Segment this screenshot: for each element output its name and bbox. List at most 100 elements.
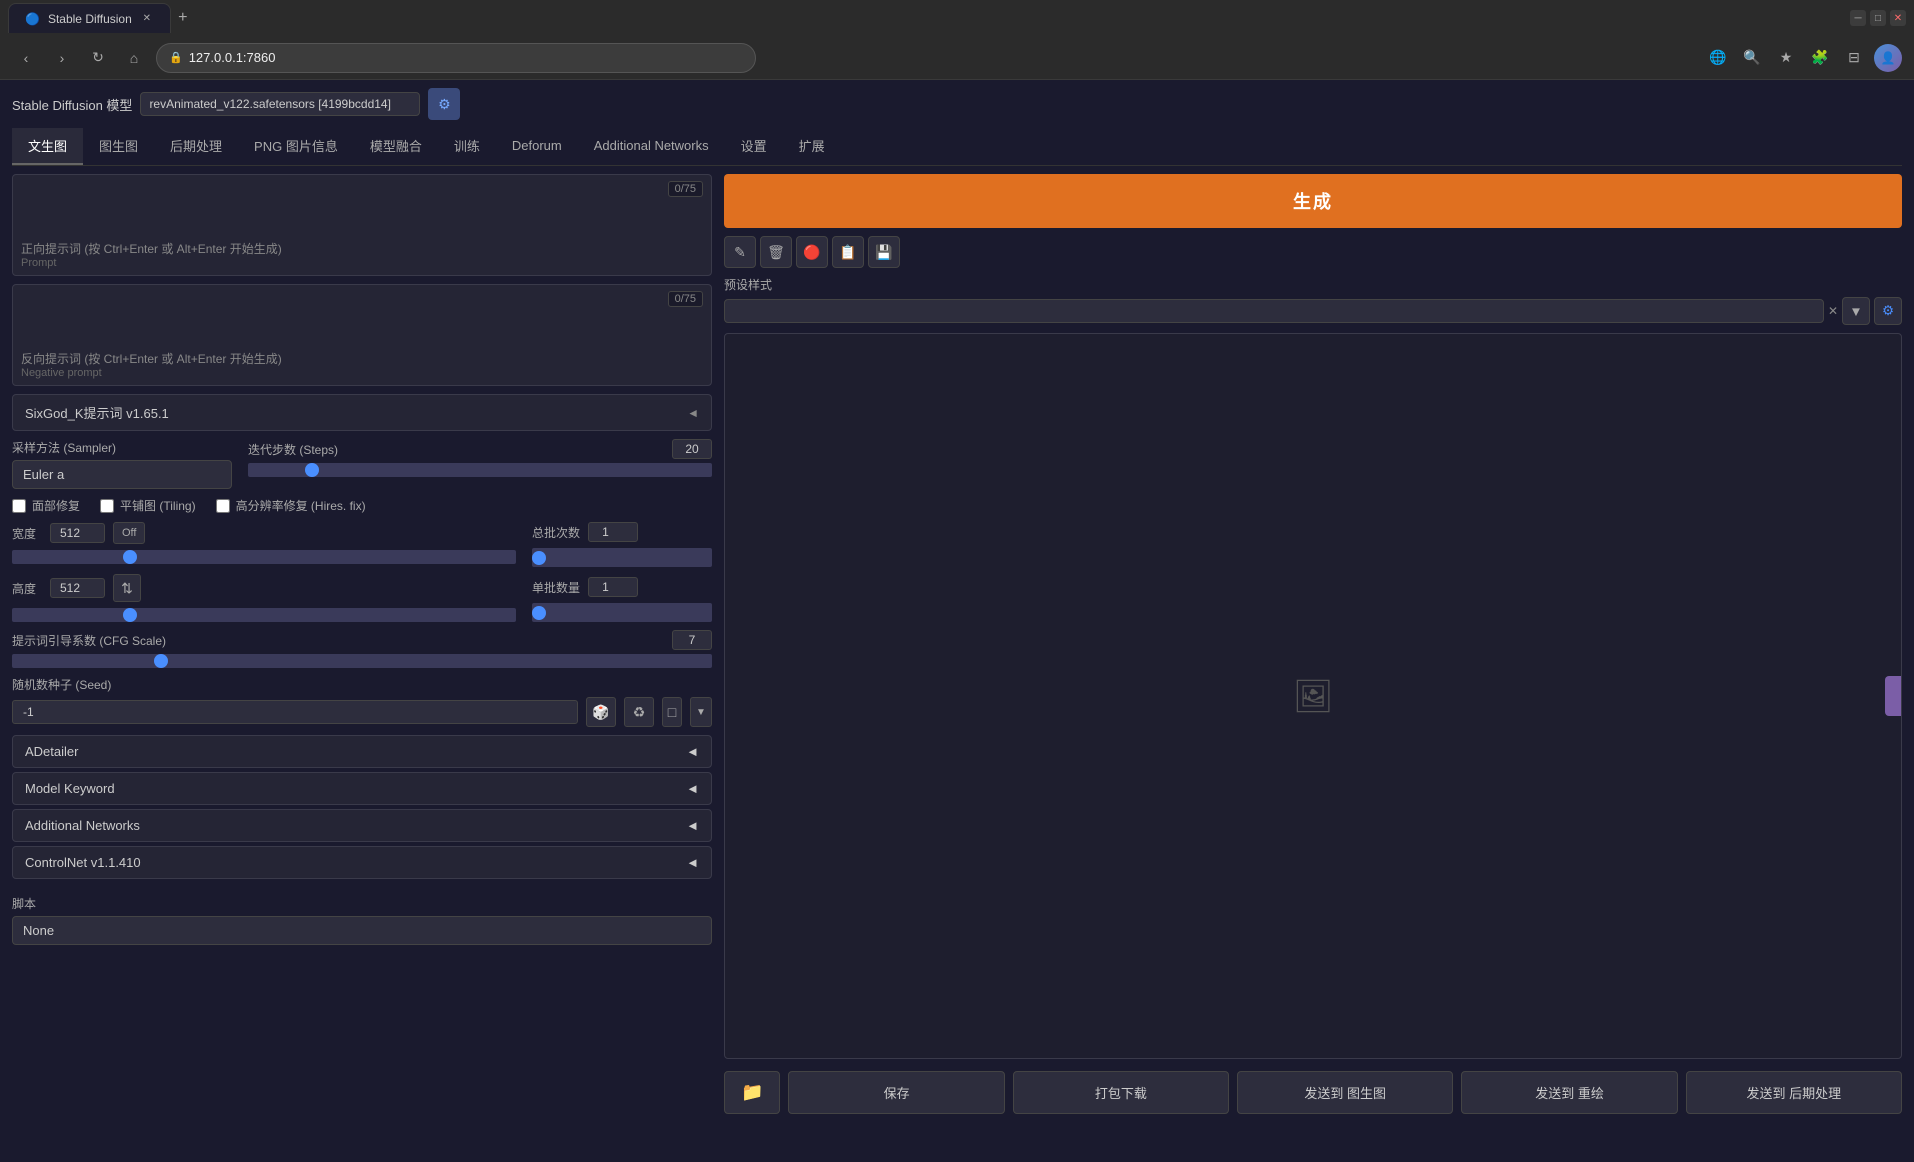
download-bundle-button[interactable]: 打包下载 bbox=[1013, 1071, 1229, 1114]
side-tab[interactable] bbox=[1885, 676, 1901, 716]
positive-prompt-textarea[interactable] bbox=[13, 175, 711, 235]
browser-tab[interactable]: 🔵 Stable Diffusion ✕ bbox=[8, 3, 171, 33]
tab-merge[interactable]: 模型融合 bbox=[354, 128, 438, 165]
tab-deforum[interactable]: Deforum bbox=[496, 128, 578, 165]
collapsible-sections: ADetailer ◄ Model Keyword ◄ Additional N… bbox=[12, 735, 712, 883]
save-icon-button[interactable]: 💾 bbox=[868, 236, 900, 268]
width-slider[interactable] bbox=[12, 550, 516, 564]
height-slider[interactable] bbox=[12, 608, 516, 622]
preset-clear-button[interactable]: ✕ bbox=[1828, 304, 1838, 318]
size-col: 宽度 Off 高度 ⇅ bbox=[12, 522, 516, 622]
adetailer-header[interactable]: ADetailer ◄ bbox=[13, 736, 711, 767]
send-to-postprocess-button[interactable]: 发送到 后期处理 bbox=[1686, 1071, 1902, 1114]
seed-input[interactable] bbox=[12, 700, 578, 724]
preset-dropdown-button[interactable]: ▼ bbox=[1842, 297, 1870, 325]
tab-img2img[interactable]: 图生图 bbox=[83, 128, 154, 165]
adetailer-collapse-icon: ◄ bbox=[686, 744, 699, 759]
preset-input[interactable] bbox=[724, 299, 1824, 323]
batch-count-row: 总批次数 bbox=[532, 522, 712, 542]
batch-size-input[interactable] bbox=[588, 577, 638, 597]
negative-prompt-textarea[interactable] bbox=[13, 285, 711, 345]
bookmark-button[interactable]: ★ bbox=[1772, 44, 1800, 72]
new-tab-button[interactable]: + bbox=[171, 6, 195, 30]
send-to-img2img-button[interactable]: 发送到 图生图 bbox=[1237, 1071, 1453, 1114]
adetailer-title: ADetailer bbox=[25, 744, 78, 759]
red-action-button[interactable]: 🔴 bbox=[796, 236, 828, 268]
model-keyword-header[interactable]: Model Keyword ◄ bbox=[13, 773, 711, 804]
address-bar[interactable]: 🔒 127.0.0.1:7860 bbox=[156, 43, 756, 73]
batch-size-slider[interactable] bbox=[532, 603, 712, 622]
maximize-button[interactable]: □ bbox=[1870, 10, 1886, 26]
minimize-button[interactable]: ─ bbox=[1850, 10, 1866, 26]
tab-bar: 🔵 Stable Diffusion ✕ + ─ □ ✕ bbox=[0, 0, 1914, 36]
seed-dropdown-button[interactable]: ▼ bbox=[690, 697, 712, 727]
seed-recycle-button[interactable]: ♻ bbox=[624, 697, 654, 727]
seed-dice-button[interactable]: 🎲 bbox=[586, 697, 616, 727]
image-preview: 🖼 bbox=[724, 333, 1902, 1059]
tab-settings[interactable]: 设置 bbox=[725, 128, 783, 165]
preset-label: 预设样式 bbox=[724, 276, 1902, 293]
sampler-label: 采样方法 (Sampler) bbox=[12, 439, 232, 456]
hires-fix-checkbox[interactable]: 高分辨率修复 (Hires. fix) bbox=[216, 497, 366, 514]
forward-button[interactable]: › bbox=[48, 44, 76, 72]
steps-slider[interactable] bbox=[248, 463, 712, 477]
width-input[interactable] bbox=[50, 523, 105, 543]
folder-button[interactable]: 📁 bbox=[724, 1071, 780, 1114]
edit-icon-button[interactable]: ✎ bbox=[724, 236, 756, 268]
height-input[interactable] bbox=[50, 578, 105, 598]
sixgod-bar[interactable]: SixGod_K提示词 v1.65.1 ◄ bbox=[12, 394, 712, 431]
close-button[interactable]: ✕ bbox=[1890, 10, 1906, 26]
tab-txt2img[interactable]: 文生图 bbox=[12, 128, 83, 165]
controlnet-header[interactable]: ControlNet v1.1.410 ◄ bbox=[13, 847, 711, 878]
negative-prompt-hint: 反向提示词 (按 Ctrl+Enter 或 Alt+Enter 开始生成) Ne… bbox=[13, 348, 711, 385]
translate-button[interactable]: 🌐 bbox=[1704, 44, 1732, 72]
additional-networks-section: Additional Networks ◄ bbox=[12, 809, 712, 842]
address-bar-row: ‹ › ↻ ⌂ 🔒 127.0.0.1:7860 🌐 🔍 ★ 🧩 ⊟ 👤 bbox=[0, 36, 1914, 80]
script-select[interactable]: None bbox=[12, 916, 712, 945]
sampler-select[interactable]: Euler a bbox=[12, 460, 232, 489]
clipboard-button[interactable]: 📋 bbox=[832, 236, 864, 268]
preset-refresh-button[interactable]: ⚙ bbox=[1874, 297, 1902, 325]
model-keyword-title: Model Keyword bbox=[25, 781, 115, 796]
additional-networks-header[interactable]: Additional Networks ◄ bbox=[13, 810, 711, 841]
browser-window: 🔵 Stable Diffusion ✕ + ─ □ ✕ ‹ › ↻ ⌂ 🔒 1… bbox=[0, 0, 1914, 1122]
swap-button[interactable]: ⇅ bbox=[113, 574, 141, 602]
tiling-checkbox[interactable]: 平铺图 (Tiling) bbox=[100, 497, 196, 514]
extensions-button[interactable]: 🧩 bbox=[1806, 44, 1834, 72]
profile-avatar[interactable]: 👤 bbox=[1874, 44, 1902, 72]
home-button[interactable]: ⌂ bbox=[120, 44, 148, 72]
height-label: 高度 bbox=[12, 580, 42, 597]
tab-extensions[interactable]: 扩展 bbox=[783, 128, 841, 165]
model-select[interactable]: revAnimated_v122.safetensors [4199bcdd14… bbox=[140, 92, 420, 116]
image-placeholder-icon: 🖼 bbox=[1293, 677, 1334, 715]
positive-prompt-hint: 正向提示词 (按 Ctrl+Enter 或 Alt+Enter 开始生成) Pr… bbox=[13, 238, 711, 275]
batch-count-input[interactable] bbox=[588, 522, 638, 542]
save-button[interactable]: 保存 bbox=[788, 1071, 1004, 1114]
back-button[interactable]: ‹ bbox=[12, 44, 40, 72]
right-panel: 生成 ✎ 🗑 🔴 📋 💾 预设样式 ✕ ▼ ⚙ bbox=[724, 174, 1902, 1114]
seed-extra-button[interactable]: □ bbox=[662, 697, 682, 727]
model-refresh-button[interactable]: ⚙ bbox=[428, 88, 460, 120]
controlnet-section: ControlNet v1.1.410 ◄ bbox=[12, 846, 712, 879]
off-button[interactable]: Off bbox=[113, 522, 145, 544]
batch-size-row: 单批数量 bbox=[532, 577, 712, 597]
tab-close-button[interactable]: ✕ bbox=[140, 12, 154, 26]
model-label: Stable Diffusion 模型 bbox=[12, 95, 132, 114]
tab-additional-networks[interactable]: Additional Networks bbox=[578, 128, 725, 165]
generate-button[interactable]: 生成 bbox=[724, 174, 1902, 228]
tab-train[interactable]: 训练 bbox=[438, 128, 496, 165]
cfg-slider[interactable] bbox=[12, 654, 712, 668]
batch-count-slider[interactable] bbox=[532, 548, 712, 567]
refresh-button[interactable]: ↻ bbox=[84, 44, 112, 72]
face-restore-checkbox[interactable]: 面部修复 bbox=[12, 497, 80, 514]
zoom-button[interactable]: 🔍 bbox=[1738, 44, 1766, 72]
sidebar-button[interactable]: ⊟ bbox=[1840, 44, 1868, 72]
trash-icon-button[interactable]: 🗑 bbox=[760, 236, 792, 268]
tab-postprocess[interactable]: 后期处理 bbox=[154, 128, 238, 165]
model-keyword-collapse-icon: ◄ bbox=[686, 781, 699, 796]
tab-png-info[interactable]: PNG 图片信息 bbox=[238, 128, 354, 165]
send-to-inpaint-button[interactable]: 发送到 重绘 bbox=[1461, 1071, 1677, 1114]
seed-section: 随机数种子 (Seed) 🎲 ♻ □ ▼ bbox=[12, 676, 712, 727]
negative-prompt-placeholder-text: 反向提示词 (按 Ctrl+Enter 或 Alt+Enter 开始生成) bbox=[21, 350, 703, 367]
cfg-row: 提示词引导系数 (CFG Scale) 7 bbox=[12, 630, 712, 668]
